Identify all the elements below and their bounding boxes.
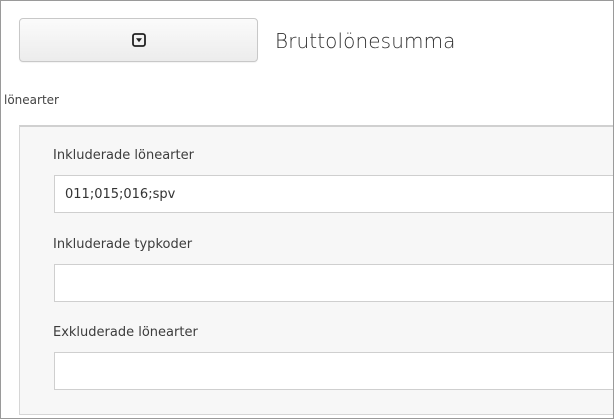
window-frame: Bruttolönesumma lönearter Inkluderade lö… <box>0 0 614 419</box>
expand-collapse-button[interactable] <box>19 18 258 62</box>
group-label: lönearter <box>4 93 59 107</box>
settings-panel: Inkluderade lönearter Inkluderade typkod… <box>19 125 613 415</box>
excluded-wage-types-label: Exkluderade lönearter <box>53 325 198 340</box>
included-type-codes-input[interactable] <box>54 264 613 302</box>
included-wage-types-label: Inkluderade lönearter <box>53 148 194 163</box>
included-wage-types-input[interactable] <box>54 175 613 213</box>
excluded-wage-types-input[interactable] <box>54 352 613 390</box>
caret-down-box-icon <box>131 33 146 47</box>
section-title: Bruttolönesumma <box>275 29 456 53</box>
included-type-codes-label: Inkluderade typkoder <box>53 237 193 252</box>
